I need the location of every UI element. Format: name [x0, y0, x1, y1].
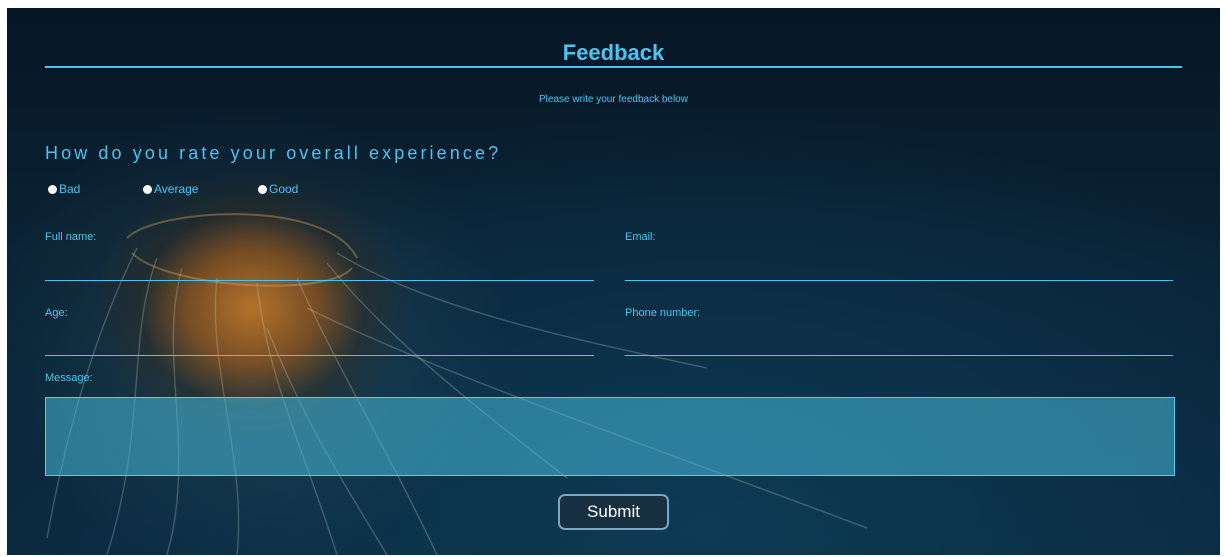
rating-option-average[interactable]: Average	[143, 182, 198, 196]
full-name-field[interactable]	[45, 280, 594, 281]
email-label: Email:	[625, 231, 656, 243]
rating-option-bad[interactable]: Bad	[48, 182, 80, 196]
rating-option-good[interactable]: Good	[258, 182, 298, 196]
phone-number-field[interactable]	[625, 355, 1173, 356]
rating-option-label: Average	[154, 182, 199, 196]
age-label: Age:	[45, 307, 68, 319]
page-title: Feedback	[562, 40, 665, 65]
email-field[interactable]	[625, 280, 1173, 281]
rating-option-label: Bad	[59, 182, 81, 196]
radio-button-good[interactable]	[258, 184, 267, 194]
full-name-label: Full name:	[45, 231, 97, 243]
radio-button-average[interactable]	[143, 184, 152, 194]
rating-option-label: Good	[269, 182, 299, 196]
page-subtitle: Please write your feedback below	[539, 94, 688, 105]
age-field[interactable]	[45, 355, 594, 356]
message-label: Message:	[45, 372, 93, 384]
phone-number-label: Phone number:	[625, 307, 701, 319]
feedback-page: Feedback Please write your feedback belo…	[7, 8, 1220, 555]
rating-question: How do you rate your overall experience?	[45, 143, 502, 163]
radio-button-bad[interactable]	[48, 184, 57, 194]
message-textarea[interactable]	[45, 397, 1175, 476]
title-divider	[45, 66, 1182, 68]
submit-button[interactable]: Submit	[558, 494, 669, 530]
